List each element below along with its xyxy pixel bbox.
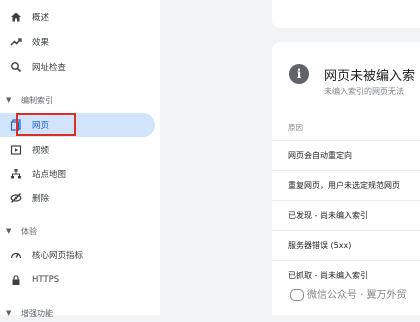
- sidebar-item-label: 效果: [32, 38, 50, 48]
- sidebar-item-label: 视频: [32, 146, 50, 156]
- table-row[interactable]: 服务器错误 (5xx): [272, 230, 420, 260]
- section-label: 增强功能: [21, 308, 53, 318]
- table-row[interactable]: 重复网页，用户未选定规范网页: [272, 170, 420, 200]
- chevron-down-icon: ▼: [6, 309, 12, 317]
- top-card: [272, 0, 420, 28]
- section-experience[interactable]: ▼ 体验: [0, 222, 155, 240]
- table-row[interactable]: 网页会自动重定向: [272, 140, 420, 170]
- section-label: 编制索引: [21, 95, 53, 105]
- video-icon: [9, 143, 23, 157]
- panel-subtitle: 未编入索引的网页无法: [324, 87, 404, 96]
- sidebar-item-url-inspection[interactable]: 网址检查: [0, 55, 155, 79]
- row-reason: 重复网页，用户未选定规范网页: [288, 181, 400, 190]
- chevron-down-icon: ▼: [6, 227, 12, 235]
- row-reason: 网页会自动重定向: [288, 151, 352, 160]
- lock-icon: [9, 273, 23, 287]
- panel-title: 网页未被编入索: [324, 69, 416, 84]
- section-enhancements[interactable]: ▼ 增强功能: [0, 304, 155, 322]
- sidebar-item-removals[interactable]: 删除: [0, 186, 155, 210]
- sidebar-item-sitemaps[interactable]: 站点地图: [0, 162, 155, 186]
- sidebar-item-videos[interactable]: 视频: [0, 138, 155, 162]
- watermark: 微信公众号 · 翼万外贸: [290, 286, 407, 301]
- column-header-reason: 原因: [288, 123, 303, 132]
- sidebar-item-https[interactable]: HTTPS: [0, 268, 155, 292]
- removal-icon: [9, 191, 23, 205]
- row-reason: 已抓取 - 尚未编入索引: [288, 271, 368, 280]
- sidebar-item-label: 删除: [32, 194, 50, 204]
- row-reason: 服务器错误 (5xx): [288, 241, 352, 250]
- table-row[interactable]: 已发现 - 尚未编入索引: [272, 200, 420, 230]
- sidebar-item-label: 概述: [32, 13, 50, 23]
- sidebar-item-performance[interactable]: 效果: [0, 30, 155, 54]
- sidebar-item-label: HTTPS: [32, 275, 60, 285]
- home-icon: [9, 10, 23, 24]
- section-label: 体验: [21, 226, 37, 236]
- sitemap-icon: [9, 167, 23, 181]
- section-indexing[interactable]: ▼ 编制索引: [0, 91, 155, 109]
- chevron-down-icon: ▼: [6, 96, 12, 104]
- speed-icon: [9, 248, 23, 262]
- sidebar-item-overview[interactable]: 概述: [0, 5, 155, 29]
- sidebar-item-label: 核心网页指标: [32, 251, 84, 261]
- watermark-text: 微信公众号 · 翼万外贸: [307, 290, 407, 301]
- info-icon: i: [289, 64, 309, 84]
- sidebar-item-core-web-vitals[interactable]: 核心网页指标: [0, 243, 155, 267]
- wechat-icon: [290, 289, 304, 301]
- sidebar-item-label: 网址检查: [32, 63, 67, 73]
- main-content: i 网页未被编入索 未编入索引的网页无法 原因 网页会自动重定向 重复网页，用户…: [160, 0, 420, 315]
- row-reason: 已发现 - 尚未编入索引: [288, 211, 368, 220]
- not-indexed-panel: i 网页未被编入索 未编入索引的网页无法 原因 网页会自动重定向 重复网页，用户…: [272, 42, 420, 315]
- search-icon: [9, 60, 23, 74]
- sidebar: 概述 效果 网址检查 ▼ 编制索引 网页 视频 站点地图 删除 ▼ 体验 核心网…: [0, 0, 160, 318]
- annotation-highlight-box: [16, 113, 76, 136]
- sidebar-item-label: 站点地图: [32, 170, 67, 180]
- trending-icon: [9, 35, 23, 49]
